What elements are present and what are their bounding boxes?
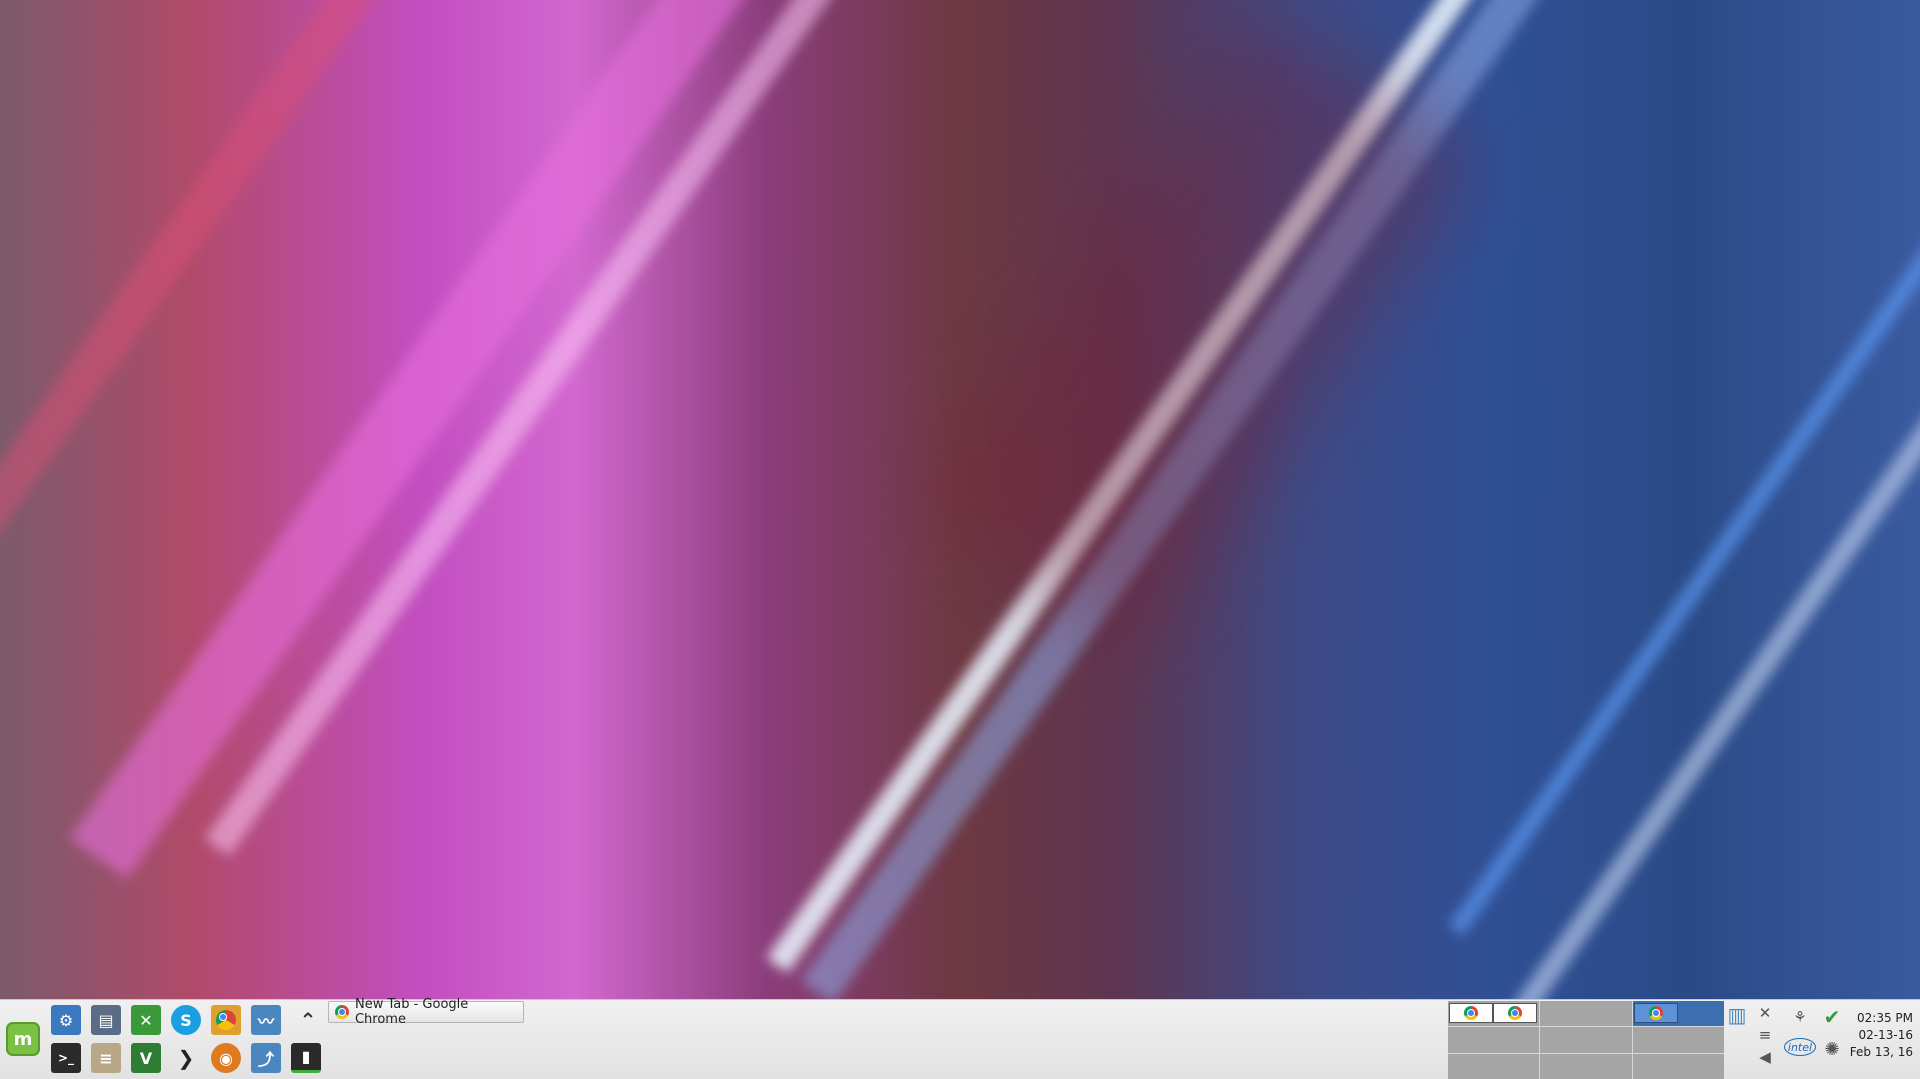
- workspace-3[interactable]: [1632, 1001, 1724, 1027]
- linux-mint-logo-icon[interactable]: m: [6, 1022, 40, 1056]
- clock-time: 02:35 PM: [1857, 1011, 1913, 1025]
- workspace-6[interactable]: [1632, 1027, 1724, 1053]
- skype-icon[interactable]: S: [171, 1005, 201, 1035]
- workspace-window-thumb: [1449, 1003, 1493, 1023]
- volume-icon[interactable]: ◀: [1754, 1046, 1776, 1068]
- workspace-1[interactable]: [1448, 1001, 1540, 1027]
- dark-app-icon[interactable]: ▮: [291, 1043, 321, 1073]
- text-editor-icon[interactable]: ≡: [91, 1043, 121, 1073]
- chrome-icon: [334, 1005, 349, 1019]
- workspace-window-thumb: [1633, 1003, 1678, 1023]
- workspace-2[interactable]: [1540, 1001, 1632, 1027]
- bottom-panel: m ⚙ ▤ ✕ S 〰 ⌃ >_ ≡ V ❯ ◉ ⤴ ▮ New Tab - G…: [0, 997, 1920, 1079]
- vim-icon[interactable]: V: [131, 1043, 161, 1073]
- workspace-pager[interactable]: [1448, 1001, 1724, 1079]
- chrome-icon[interactable]: [211, 1005, 241, 1035]
- workspace-window-thumb: [1493, 1003, 1537, 1023]
- fan-icon[interactable]: ✺: [1818, 1038, 1846, 1060]
- chrome-icon: [1508, 1006, 1522, 1020]
- chrome-icon: [1464, 1006, 1478, 1020]
- workspace-4[interactable]: [1448, 1027, 1540, 1053]
- update-manager-icon[interactable]: ⚘: [1786, 1006, 1814, 1028]
- file-manager-icon[interactable]: ▤: [91, 1005, 121, 1035]
- firefox-icon[interactable]: ◉: [211, 1043, 241, 1073]
- prompt-arrow-icon[interactable]: ❯: [171, 1043, 201, 1073]
- clock-date-long: Feb 13, 16: [1849, 1045, 1913, 1059]
- taskbar-window-title: New Tab - Google Chrome: [354, 997, 469, 1027]
- wallpaper-shadow: [921, 9, 1479, 651]
- taskbar-window-button[interactable]: New Tab - Google Chrome: [328, 997, 524, 1027]
- cpu-graph-icon[interactable]: ▥: [1726, 1003, 1748, 1027]
- terminal-icon[interactable]: >_: [51, 1043, 81, 1073]
- tools-icon[interactable]: ✕: [1754, 1002, 1776, 1024]
- chevron-up-icon[interactable]: ⌃: [293, 1005, 323, 1035]
- mysql-workbench-icon[interactable]: ⤴: [251, 1043, 281, 1073]
- network-icon[interactable]: ≡: [1754, 1024, 1776, 1046]
- intel-graphics-icon[interactable]: intel: [1784, 1038, 1816, 1056]
- chrome-icon: [1648, 1006, 1663, 1020]
- workspace-9[interactable]: [1632, 1053, 1724, 1079]
- clock[interactable]: 02:35 PM 02-13-16 Feb 13, 16: [1850, 1010, 1913, 1061]
- spreadsheet-icon[interactable]: ✕: [131, 1005, 161, 1035]
- clock-date-short: 02-13-16: [1858, 1028, 1913, 1042]
- workspace-5[interactable]: [1540, 1027, 1632, 1053]
- desktop-wallpaper: [0, 0, 1920, 999]
- workspace-7[interactable]: [1448, 1053, 1540, 1079]
- shield-check-icon[interactable]: ✔: [1818, 1005, 1846, 1029]
- system-settings-icon[interactable]: ⚙: [51, 1005, 81, 1035]
- system-monitor-icon[interactable]: 〰: [251, 1005, 281, 1035]
- workspace-8[interactable]: [1540, 1053, 1632, 1079]
